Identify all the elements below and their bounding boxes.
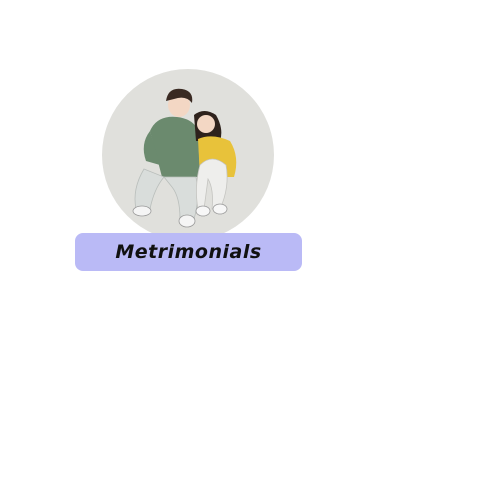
man-leg <box>134 168 165 210</box>
couple-illustration <box>132 88 237 228</box>
brand-name: Metrimonials <box>115 241 262 263</box>
woman-shoe <box>195 205 211 217</box>
brand-banner: Metrimonials <box>75 233 302 271</box>
man-shoe <box>132 205 152 217</box>
woman-face <box>197 115 215 133</box>
woman-leg <box>196 158 228 210</box>
man-sweater <box>150 116 200 177</box>
logo-illustration <box>102 69 274 241</box>
